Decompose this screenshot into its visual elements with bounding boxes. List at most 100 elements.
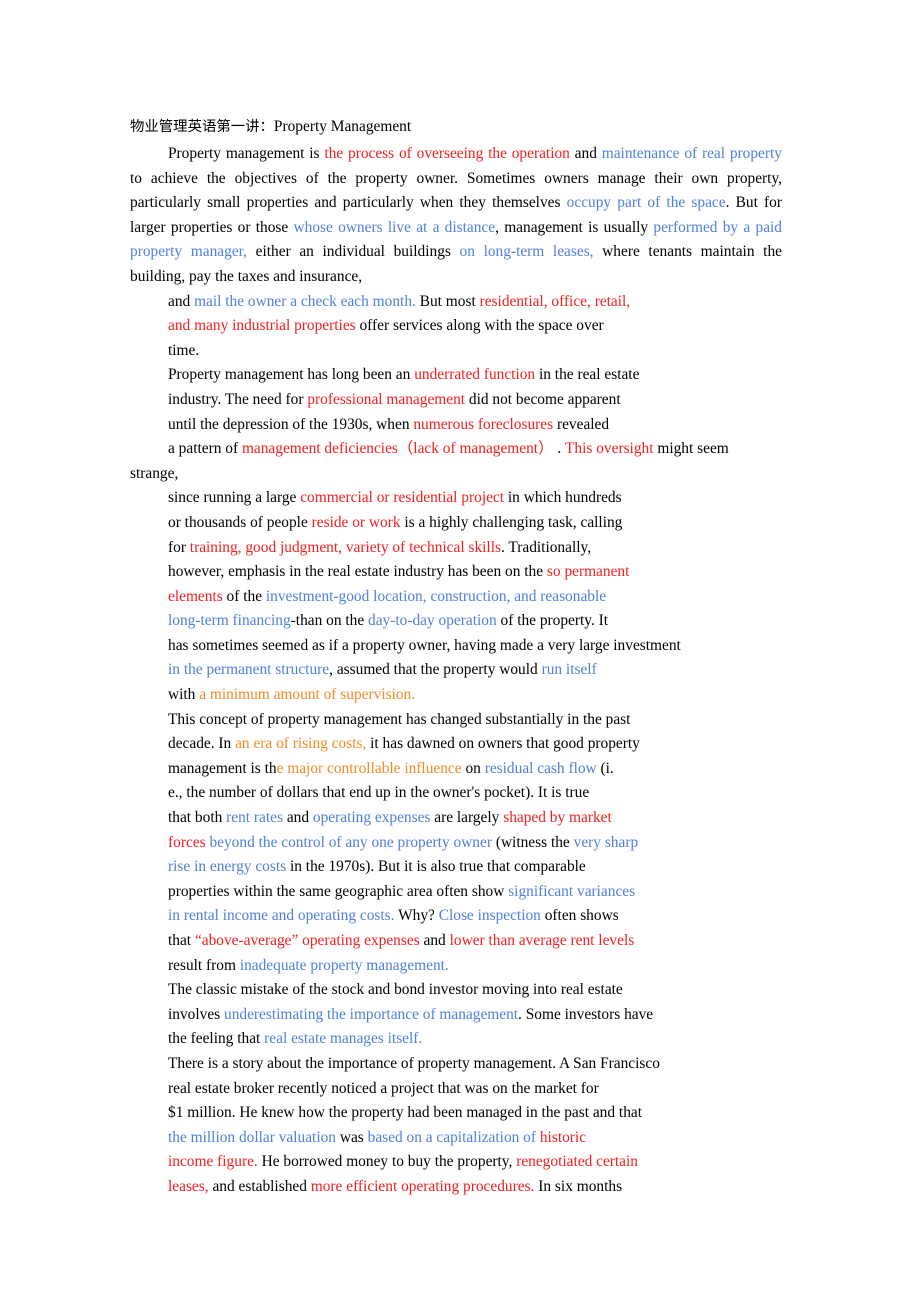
p1-highlight-red-1: the process of overseeing the operation	[324, 145, 570, 162]
p3-text-5: for	[168, 538, 190, 556]
p6-text-5: He borrowed money to buy the property,	[257, 1153, 517, 1171]
p4-text-4: management is th	[168, 759, 277, 777]
p6-highlight-red-5: more efficient operating procedures.	[310, 1177, 535, 1195]
title-english: Property Management	[273, 118, 412, 135]
p5-text-4: the feeling that	[168, 1030, 265, 1048]
p6-highlight-blue-2: based on a capitalization of	[367, 1128, 540, 1146]
p2-text-7: industry. The need for	[168, 390, 308, 408]
text-line: leases, and established more efficient o…	[168, 1175, 782, 1200]
paragraph-4-block: This concept of property management has …	[130, 708, 782, 979]
p4-text-9: and	[282, 809, 313, 827]
p3-text-13: with	[168, 686, 200, 704]
p2-text-6: in the real estate	[535, 366, 640, 384]
p3-text-9: -than on the	[290, 612, 369, 630]
p4-text-3: it has dawned on owners that good proper…	[366, 735, 640, 753]
p3-text-7: however, emphasis in the real estate ind…	[168, 563, 547, 581]
p1-highlight-blue-3: whose owners live at a distance	[293, 218, 496, 236]
p4-text-15: often shows	[540, 907, 619, 925]
document-body: 物业管理英语第一讲：Property Management Property m…	[130, 114, 782, 1200]
p4-highlight-blue-1: residual cash flow	[484, 759, 597, 777]
p6-highlight-red-3: renegotiated certain	[516, 1153, 638, 1171]
text-line: Property management has long been an und…	[168, 363, 782, 388]
text-line: in rental income and operating costs. Wh…	[168, 904, 782, 929]
p3-text-4: is a highly challenging task, calling	[400, 513, 623, 531]
p3-highlight-blue-5: run itself	[541, 661, 597, 679]
p3-highlight-red-1: commercial or residential project	[300, 489, 505, 507]
p6-text-7: In six months	[534, 1177, 623, 1195]
document-page: 物业管理英语第一讲：Property Management Property m…	[0, 0, 920, 1302]
p4-highlight-red-3: “above-average” operating expenses	[194, 932, 420, 949]
p2-highlight-red-4: professional management	[307, 390, 466, 408]
p6-text-1: There is a story about the importance of…	[168, 1054, 660, 1072]
p2-text-5: Property management has long been an	[168, 366, 415, 384]
p4-text-11: (witness the	[491, 833, 574, 851]
p2-text-3: offer services along with the space over	[355, 317, 604, 335]
text-line: elements of the investment-good location…	[168, 585, 782, 610]
p4-text-14: Why?	[394, 907, 439, 925]
text-line: has sometimes seemed as if a property ow…	[168, 634, 782, 659]
p6-highlight-blue-1: the million dollar valuation	[168, 1128, 336, 1146]
p4-text-8: that both	[168, 809, 227, 827]
text-line: for training, good judgment, variety of …	[168, 536, 782, 561]
p2-highlight-red-1: residential, office, retail,	[479, 292, 631, 310]
text-line: with a minimum amount of supervision.	[168, 683, 782, 708]
p4-highlight-red-2: forces	[168, 833, 206, 851]
p4-highlight-orange-1: an era of rising costs,	[235, 735, 367, 753]
text-line: forces beyond the control of any one pro…	[168, 831, 782, 856]
text-line: a pattern of management deficiencies（lac…	[130, 437, 820, 462]
p2-highlight-red-2: and many industrial properties	[168, 317, 356, 335]
paragraph-1: Property management is the process of ov…	[130, 142, 782, 290]
p5-highlight-blue-1: underestimating the importance of manage…	[224, 1005, 519, 1023]
text-line: management is the major controllable inf…	[168, 757, 782, 782]
p3-text-8: of the	[222, 587, 266, 605]
p4-text-18: result from	[168, 956, 240, 974]
p4-highlight-blue-5: very sharp	[573, 833, 639, 851]
text-line: and mail the owner a check each month. B…	[168, 290, 782, 315]
p6-highlight-red-4: leases,	[168, 1177, 209, 1195]
p4-highlight-orange-2: e major controllable influence	[276, 759, 462, 777]
p6-highlight-red-1: historic	[539, 1128, 587, 1146]
text-line: and many industrial properties offer ser…	[168, 314, 782, 339]
p6-text-6: and established	[208, 1177, 311, 1195]
p1-highlight-blue-5: on long-term leases,	[459, 243, 594, 261]
paragraph-2-block: and mail the owner a check each month. B…	[130, 290, 782, 487]
text-line: the million dollar valuation was based o…	[168, 1126, 782, 1151]
p2-highlight-red-6: management deficiencies（lack of manageme…	[241, 440, 554, 458]
p4-highlight-blue-8: in rental income and operating costs.	[168, 907, 395, 925]
text-line: There is a story about the importance of…	[168, 1052, 782, 1077]
p2-text-14: strange,	[130, 464, 179, 482]
text-line: real estate broker recently noticed a pr…	[168, 1077, 782, 1102]
p6-highlight-red-2: income figure.	[168, 1153, 258, 1171]
p1-text-1: Property management is	[168, 145, 325, 162]
p2-text-11: a pattern of	[168, 440, 242, 458]
document-title: 物业管理英语第一讲：Property Management	[130, 114, 782, 140]
text-line: that both rent rates and operating expen…	[168, 806, 782, 831]
p4-highlight-blue-10: inadequate property management.	[239, 956, 449, 974]
p5-text-1: The classic mistake of the stock and bon…	[168, 981, 623, 999]
p4-highlight-red-1: shaped by market	[503, 809, 612, 827]
p4-text-6: (i.	[596, 759, 614, 777]
p4-text-10: are largely	[430, 809, 504, 827]
text-line: The classic mistake of the stock and bon…	[168, 978, 782, 1003]
p3-text-12: , assumed that the property would	[329, 661, 542, 679]
text-line: in the permanent structure, assumed that…	[168, 658, 782, 683]
p4-highlight-blue-4: beyond the control of any one property o…	[205, 833, 492, 851]
p4-text-2: decade. In	[168, 735, 236, 753]
p3-text-3: or thousands of people	[168, 513, 312, 531]
p2-highlight-red-5: numerous foreclosures	[413, 415, 554, 433]
p3-text-11: has sometimes seemed as if a property ow…	[168, 636, 681, 654]
p4-text-5: on	[461, 759, 485, 777]
p5-text-2: involves	[168, 1005, 225, 1023]
text-line: that “above-average” operating expenses …	[168, 929, 782, 954]
p4-highlight-red-4: lower than average rent levels	[449, 932, 635, 949]
text-line: $1 million. He knew how the property had…	[168, 1101, 782, 1126]
text-line: time.	[168, 339, 782, 364]
p3-highlight-blue-2: long-term financing	[168, 612, 291, 630]
text-line: This concept of property management has …	[168, 708, 782, 733]
p6-text-2: real estate broker recently noticed a pr…	[168, 1079, 599, 1097]
p4-highlight-blue-3: operating expenses	[312, 809, 431, 827]
p3-text-6: . Traditionally,	[500, 538, 592, 556]
p4-text-12: in the 1970s). But it is also true that …	[286, 858, 586, 876]
p1-text-6: either an individual buildings	[247, 243, 460, 261]
text-line: strange,	[130, 462, 782, 487]
